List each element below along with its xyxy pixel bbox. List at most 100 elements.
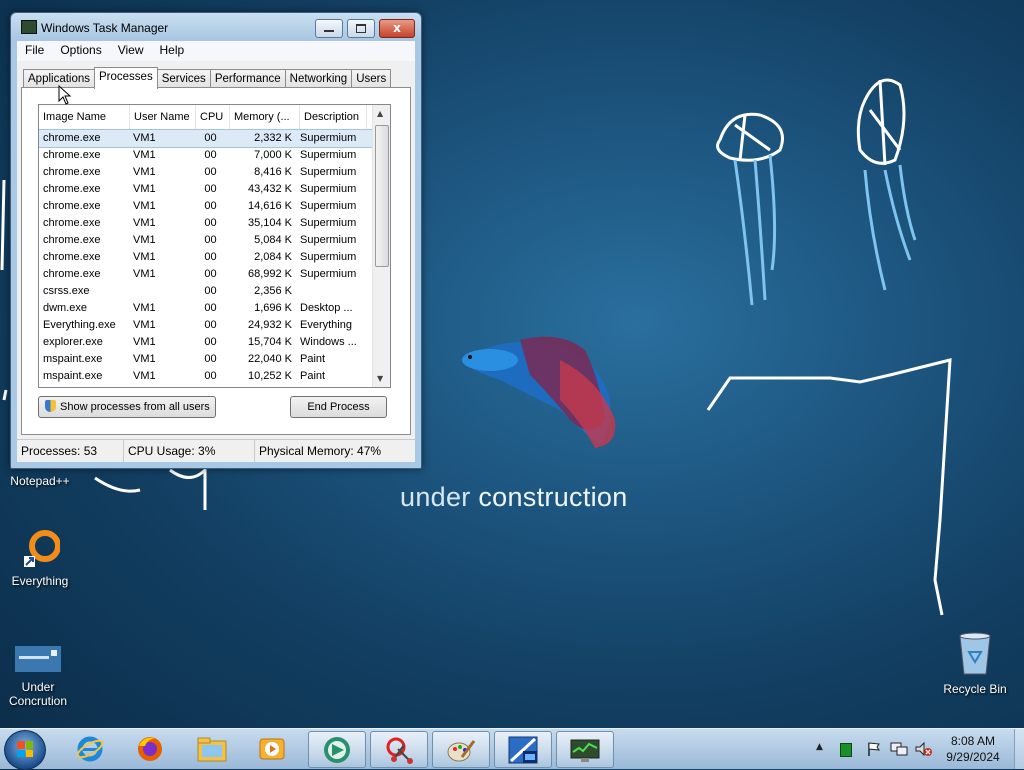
table-row[interactable]: csrss.exe 00 2,356 K (39, 283, 390, 300)
menu-options[interactable]: Options (52, 41, 109, 61)
menu-view[interactable]: View (110, 41, 152, 61)
tab-users[interactable]: Users (351, 69, 392, 88)
cell-cpu: 00 (204, 285, 217, 297)
desktop-icon-under-concrution[interactable]: Under Concrution (0, 644, 78, 708)
cell-user-name: VM1 (133, 149, 156, 161)
desktop-icon-recycle-bin[interactable]: Recycle Bin (935, 630, 1015, 696)
taskbar-internet-explorer[interactable] (66, 731, 114, 766)
taskbar-firefox[interactable] (126, 731, 174, 766)
cell-memory: 14,616 K (247, 200, 292, 212)
volume-muted-icon[interactable] (914, 741, 932, 757)
column-image-name[interactable]: Image Name (39, 105, 130, 129)
table-row[interactable]: chrome.exe VM1 00 7,000 K Supermium (39, 147, 390, 164)
cell-user-name: VM1 (133, 319, 156, 331)
table-row[interactable]: mspaint.exe VM1 00 22,040 K Paint (39, 351, 390, 368)
show-all-processes-button[interactable]: Show processes from all users (38, 396, 216, 418)
column-description[interactable]: Description (300, 105, 367, 129)
start-button[interactable] (4, 730, 46, 770)
maximize-button[interactable] (347, 19, 375, 38)
taskbar-clock[interactable]: 8:08 AM 9/29/2024 (940, 733, 1006, 765)
vertical-scrollbar[interactable]: ▲ ▼ (372, 105, 390, 387)
explorer-folder-icon (197, 737, 227, 761)
cell-memory: 10,252 K (247, 370, 292, 382)
cell-user-name: VM1 (133, 132, 156, 144)
taskbar-xp-mode[interactable] (494, 731, 552, 768)
tab-performance[interactable]: Performance (209, 69, 286, 88)
status-physical-memory: Physical Memory: 47% (259, 444, 382, 458)
table-row[interactable]: Everything.exe VM1 00 24,932 K Everything (39, 317, 390, 334)
menu-help[interactable]: Help (152, 41, 193, 61)
column-memory[interactable]: Memory (... (230, 105, 300, 129)
cell-description: Everything (300, 319, 352, 331)
table-row[interactable]: chrome.exe VM1 00 8,416 K Supermium (39, 164, 390, 181)
show-desktop-button[interactable] (1014, 729, 1024, 769)
taskbar-task-manager[interactable] (556, 731, 614, 768)
cell-user-name: VM1 (133, 336, 156, 348)
task-manager-window[interactable]: Windows Task Manager x File Options View… (10, 12, 422, 469)
end-process-button[interactable]: End Process (290, 396, 387, 418)
taskbar: ▲ 8:08 AM 9/29/2024 (0, 728, 1024, 770)
minimize-button[interactable] (315, 19, 343, 38)
scroll-down-arrow-icon[interactable]: ▼ (377, 374, 383, 383)
processes-panel: Image Name User Name CPU Memory (... Des… (21, 87, 411, 435)
show-all-label: Show processes from all users (60, 401, 210, 413)
desktop-icon-label: Everything (11, 574, 69, 588)
close-icon: x (393, 21, 401, 35)
desktop-icon-label-line2: Concrution (8, 694, 68, 708)
cell-image-name: mspaint.exe (43, 353, 103, 365)
column-user-name[interactable]: User Name (130, 105, 196, 129)
network-icon[interactable] (890, 741, 908, 757)
taskbar-paint[interactable] (432, 731, 490, 768)
taskbar-snipping-tool[interactable] (370, 731, 428, 768)
scrollbar-thumb[interactable] (375, 125, 389, 267)
menu-file[interactable]: File (17, 41, 52, 61)
show-hidden-icons-arrow[interactable]: ▲ (816, 742, 823, 752)
table-row[interactable]: chrome.exe VM1 00 5,084 K Supermium (39, 232, 390, 249)
cell-user-name: VM1 (133, 200, 156, 212)
taskbar-media-player[interactable] (248, 731, 296, 766)
firefox-icon (138, 736, 162, 761)
desktop-icon-notepadpp[interactable]: Notepad++ (0, 474, 80, 488)
cell-user-name: VM1 (133, 353, 156, 365)
jellyfish-doodle-2 (856, 78, 906, 166)
mouse-cursor-icon (58, 85, 72, 105)
internet-explorer-icon (76, 736, 104, 761)
green-app-icon[interactable] (840, 743, 852, 757)
everything-icon (0, 528, 80, 571)
table-row[interactable]: mspaint.exe VM1 00 10,252 K Paint (39, 368, 390, 385)
tab-networking[interactable]: Networking (284, 69, 353, 88)
desktop-icon-everything[interactable]: Everything (0, 528, 80, 588)
close-button[interactable]: x (379, 19, 415, 38)
process-list[interactable]: Image Name User Name CPU Memory (... Des… (38, 104, 391, 388)
cell-description: Windows ... (300, 336, 357, 348)
cell-memory: 43,432 K (247, 183, 292, 195)
taskbar-explorer[interactable] (188, 731, 236, 766)
cell-user-name: VM1 (133, 268, 156, 280)
table-row[interactable]: chrome.exe VM1 00 2,084 K Supermium (39, 249, 390, 266)
cell-user-name: VM1 (133, 251, 156, 263)
title-bar[interactable]: Windows Task Manager x (11, 13, 421, 41)
table-row[interactable]: chrome.exe VM1 00 68,992 K Supermium (39, 266, 390, 283)
cell-user-name: VM1 (133, 166, 156, 178)
task-manager-app-icon (21, 20, 37, 34)
table-row[interactable]: explorer.exe VM1 00 15,704 K Windows ... (39, 334, 390, 351)
table-row[interactable]: chrome.exe VM1 00 43,432 K Supermium (39, 181, 390, 198)
table-row[interactable]: dwm.exe VM1 00 1,696 K Desktop ... (39, 300, 390, 317)
cell-image-name: chrome.exe (43, 200, 101, 212)
column-cpu[interactable]: CPU (196, 105, 230, 129)
table-row[interactable]: chrome.exe VM1 00 14,616 K Supermium (39, 198, 390, 215)
cell-cpu: 00 (204, 183, 217, 195)
cell-memory: 35,104 K (247, 217, 292, 229)
scroll-up-arrow-icon[interactable]: ▲ (377, 109, 383, 118)
table-row[interactable]: chrome.exe VM1 00 2,332 K Supermium (39, 129, 390, 148)
taskbar-teamviewer[interactable] (308, 731, 366, 768)
cell-cpu: 00 (204, 217, 217, 229)
cell-image-name: chrome.exe (43, 166, 101, 178)
tab-services[interactable]: Services (156, 69, 211, 88)
tab-processes[interactable]: Processes (94, 67, 158, 89)
action-center-flag-icon[interactable] (866, 741, 882, 757)
cell-cpu: 00 (204, 200, 217, 212)
table-row[interactable]: chrome.exe VM1 00 35,104 K Supermium (39, 215, 390, 232)
cell-user-name (129, 283, 194, 300)
cell-description: Paint (300, 353, 326, 365)
